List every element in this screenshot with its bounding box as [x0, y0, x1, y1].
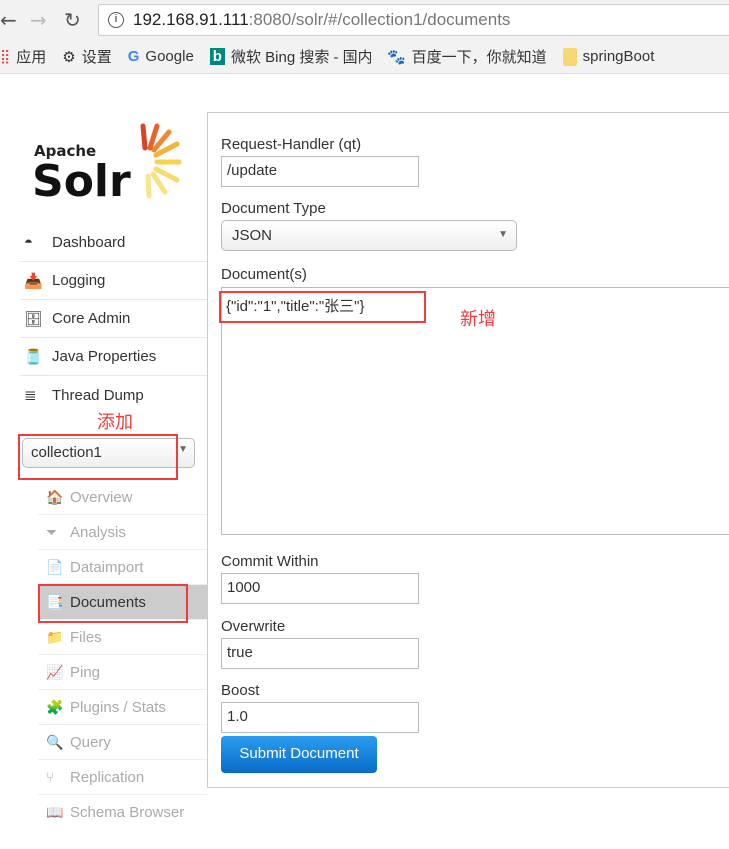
submit-document-button[interactable]: Submit Document	[221, 736, 377, 773]
core-item-label: Query	[70, 733, 111, 751]
core-item-overview[interactable]: 🏠 Overview	[38, 480, 207, 515]
core-item-query[interactable]: 🔍 Query	[38, 725, 207, 760]
chevron-down-icon: ▼	[498, 229, 508, 240]
bookmark-label: 应用	[16, 49, 47, 66]
commit-within-input[interactable]: 1000	[221, 573, 419, 604]
bookmark-baidu[interactable]: 🐾 百度一下，你就知道	[387, 46, 547, 67]
core-item-schema-browser[interactable]: 📖 Schema Browser	[38, 795, 207, 830]
magnifier-icon: 🔍	[46, 733, 64, 750]
handler-input[interactable]: /update	[221, 156, 419, 187]
core-item-label: Plugins / Stats	[70, 698, 166, 716]
sidebar-item-logging[interactable]: 📥 Logging	[20, 262, 207, 300]
doc-type-label: Document Type	[221, 200, 326, 217]
funnel-icon: ⏷	[46, 523, 58, 540]
logging-inbox-icon: 📥	[24, 272, 43, 290]
bookmark-label: springBoot	[582, 48, 655, 65]
boost-label: Boost	[221, 682, 260, 699]
solr-logo-graphic: Apache Solr	[32, 123, 182, 207]
home-icon: 🏠	[46, 488, 64, 505]
google-icon: G	[127, 48, 140, 65]
book-icon: 📖	[46, 804, 64, 820]
sidebar-item-label: Dashboard	[52, 234, 126, 251]
documents-label: Document(s)	[221, 266, 307, 283]
boost-input[interactable]: 1.0	[221, 702, 419, 733]
core-item-files[interactable]: 📁 Files	[38, 620, 207, 655]
sidebar-item-label: Thread Dump	[52, 386, 144, 404]
bookmark-label: 微软 Bing 搜索 - 国内	[230, 49, 371, 66]
annotation-box	[219, 291, 426, 323]
overwrite-input[interactable]: true	[221, 638, 419, 669]
bookmark-google[interactable]: G Google	[128, 48, 194, 65]
core-item-replication[interactable]: ⑂ Replication	[38, 760, 207, 795]
sidebar-item-dashboard[interactable]: ◓ Dashboard	[20, 224, 207, 262]
bookmark-label: 设置	[81, 49, 112, 66]
core-item-label: Ping	[70, 663, 101, 681]
bookmark-settings[interactable]: ⚙ 设置	[62, 46, 111, 67]
annotation-add: 添加	[97, 412, 133, 433]
annotation-new: 新增	[460, 309, 496, 330]
bookmark-apps[interactable]: ⣿ 应用	[0, 46, 46, 67]
forward-icon[interactable]: →	[30, 8, 47, 32]
bookmark-label: 百度一下，你就知道	[411, 49, 547, 66]
info-icon[interactable]: i	[108, 12, 124, 28]
jar-icon: 🫙	[24, 348, 43, 366]
annotation-box	[38, 584, 188, 623]
back-icon[interactable]: ←	[0, 8, 17, 32]
database-icon: 🗄	[24, 310, 44, 328]
core-item-plugins[interactable]: 🧩 Plugins / Stats	[38, 690, 207, 725]
stack-icon: ≣	[24, 387, 37, 404]
apps-icon: ⣿	[0, 48, 11, 64]
sidebar-nav: ◓ Dashboard 📥 Logging 🗄 Core Admin 🫙 Java Pr…	[20, 224, 207, 414]
core-item-label: Files	[70, 628, 102, 646]
sidebar-item-java-properties[interactable]: 🫙 Java Properties	[20, 338, 207, 376]
bing-icon: b	[209, 48, 225, 65]
address-bar[interactable]: i 192.168.91.111:8080/solr/#/collection1/…	[98, 4, 729, 36]
chevron-down-icon: ▼	[178, 444, 188, 455]
core-item-analysis[interactable]: ⏷ Analysis	[38, 515, 207, 550]
replication-icon: ⑂	[46, 769, 55, 785]
import-icon: 📄	[46, 558, 64, 575]
plugin-blocks-icon: 🧩	[46, 698, 64, 715]
bookmark-springboot[interactable]: springBoot	[562, 47, 655, 66]
core-item-label: Dataimport	[70, 558, 144, 576]
annotation-box	[18, 434, 178, 480]
core-item-label: Schema Browser	[70, 804, 185, 821]
sidebar-item-label: Java Properties	[52, 348, 157, 365]
gear-icon: ⚙	[62, 48, 76, 66]
doc-type-select[interactable]: JSON ▼	[221, 220, 517, 251]
overwrite-label: Overwrite	[221, 618, 286, 635]
bookmark-label: Google	[145, 48, 194, 65]
core-menu: 🏠 Overview ⏷ Analysis 📄 Dataimport 📑 Documen…	[38, 480, 207, 830]
bookmarks-bar: ⣿ 应用 ⚙ 设置 G Google b 微软 Bing 搜索 - 国内 🐾 百度一下，你…	[0, 40, 729, 74]
sidebar-item-label: Logging	[52, 272, 106, 289]
dashboard-gauge-icon: ◓	[24, 234, 34, 251]
core-item-label: Replication	[70, 768, 145, 786]
bookmark-bing[interactable]: b 微软 Bing 搜索 - 国内	[209, 46, 371, 67]
sidebar-item-label: Core Admin	[52, 310, 131, 327]
core-item-ping[interactable]: 📈 Ping	[38, 655, 207, 690]
folder-icon: 📁	[46, 628, 64, 645]
core-item-label: Analysis	[70, 523, 126, 541]
reload-icon[interactable]: ↻	[64, 8, 81, 32]
core-item-dataimport[interactable]: 📄 Dataimport	[38, 550, 207, 585]
url-host: 192.168.91.111	[133, 10, 249, 29]
baidu-icon: 🐾	[386, 48, 406, 66]
solr-logo[interactable]: Apache Solr	[32, 122, 184, 207]
ping-monitor-icon: 📈	[46, 663, 64, 680]
handler-label: Request-Handler (qt)	[221, 136, 362, 153]
sidebar-item-core-admin[interactable]: 🗄 Core Admin	[20, 300, 207, 338]
url-path: :8080/solr/#/collection1/documents	[248, 10, 511, 29]
doc-type-value: JSON	[232, 227, 273, 244]
logo-solr: Solr	[34, 156, 131, 202]
commit-within-label: Commit Within	[221, 553, 319, 570]
core-item-label: Overview	[70, 488, 133, 506]
folder-icon	[562, 47, 577, 66]
